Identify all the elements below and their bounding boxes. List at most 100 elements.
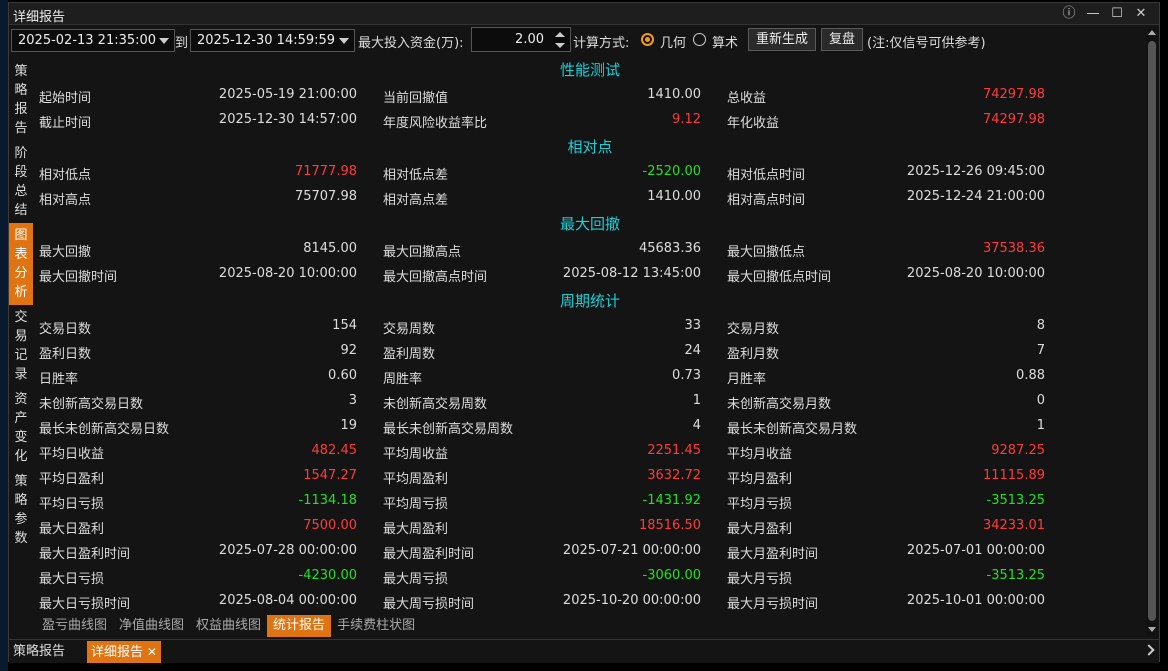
sidebar-item-asset-changes[interactable]: 资产变化	[9, 387, 33, 469]
stat-label: 最大回撤低点时间	[727, 270, 832, 285]
sidebar-char: 阶	[14, 146, 28, 161]
bottom-tab-strategy-report[interactable]: 策略报告	[9, 641, 69, 663]
stat-label: 年化收益	[727, 116, 780, 131]
stat-value: 1	[1036, 418, 1045, 433]
close-icon[interactable]: ✕	[1129, 4, 1153, 24]
stat-value: 482.45	[311, 443, 358, 458]
radio-geometric[interactable]	[641, 33, 654, 46]
background-window-right-strip	[1160, 0, 1168, 671]
end-time-select[interactable]: 2025-12-30 14:59:59	[190, 29, 355, 52]
stat-value: 45683.36	[638, 241, 701, 256]
tab-net-value-curve[interactable]: 净值曲线图	[113, 615, 190, 637]
stat-label: 起始时间	[39, 91, 92, 106]
stat-value: 2025-08-20 10:00:00	[906, 266, 1045, 281]
sidebar-char: 易	[14, 329, 28, 344]
stat-label: 盈利周数	[383, 347, 436, 362]
stat-value: 1410.00	[647, 87, 701, 102]
stat-value: 2025-07-21 00:00:00	[562, 543, 701, 558]
scroll-down-icon[interactable]	[1148, 627, 1156, 632]
stat-label: 平均周盈利	[383, 472, 449, 487]
background-window-left-strip	[0, 0, 8, 671]
stat-row: 平均日亏损 -1134.18 平均周亏损 -1431.92 平均月亏损 -3513.25	[36, 490, 1136, 515]
close-tab-icon[interactable]: ✕	[143, 645, 157, 659]
stat-value: 2025-08-12 13:45:00	[562, 266, 701, 281]
sidebar-char: 分	[14, 266, 28, 281]
detail-report-window: 详细报告 ⓘ — ☐ ✕ 2025-02-13 21:35:00 到 2025-…	[8, 2, 1160, 663]
stat-label: 最大月亏损	[727, 572, 793, 587]
stat-value: 2025-05-19 21:00:00	[218, 87, 357, 102]
minimize-icon[interactable]: —	[1081, 4, 1105, 24]
sidebar-item-strategy-report[interactable]: 策略报告	[9, 59, 33, 141]
radio-geometric-label[interactable]: 几何	[660, 32, 686, 51]
sidebar-char: 策	[14, 64, 28, 79]
stat-value: 3632.72	[647, 468, 701, 483]
radio-arithmetic[interactable]	[693, 33, 706, 46]
stat-value: 1547.27	[303, 468, 357, 483]
stat-label: 截止时间	[39, 116, 92, 131]
stat-value: 2025-07-28 00:00:00	[218, 543, 357, 558]
tab-equity-curve[interactable]: 权益曲线图	[190, 615, 267, 637]
sidebar-char: 段	[14, 165, 28, 180]
stat-value: 0.73	[672, 368, 701, 383]
stat-value: 11115.89	[982, 468, 1045, 483]
sidebar-item-chart-analysis[interactable]: 图表分析	[9, 223, 33, 305]
spinner-icon[interactable]	[554, 30, 566, 50]
replay-button[interactable]: 复盘	[821, 28, 863, 51]
stat-label: 相对低点时间	[727, 168, 806, 183]
stat-value: 8145.00	[303, 241, 357, 256]
stat-row: 日胜率 0.60 周胜率 0.73 月胜率 0.88	[36, 365, 1136, 390]
sidebar-item-stage-summary[interactable]: 阶段总结	[9, 141, 33, 223]
tab-profit-loss-curve[interactable]: 盈亏曲线图	[36, 615, 113, 637]
sidebar-item-strategy-params[interactable]: 策略参数	[9, 469, 33, 551]
window-title: 详细报告	[13, 10, 66, 25]
sidebar-char: 策	[14, 474, 28, 489]
vertical-scrollbar[interactable]	[1146, 27, 1158, 635]
stat-label: 相对高点时间	[727, 193, 806, 208]
stat-label: 最长未创新高交易月数	[727, 422, 858, 437]
max-fund-stepper[interactable]: 2.00	[471, 27, 571, 52]
stat-label: 相对低点	[39, 168, 92, 183]
tab-fee-bar-chart[interactable]: 手续费柱状图	[331, 615, 421, 637]
maximize-icon[interactable]: ☐	[1105, 4, 1129, 24]
sidebar-char: 总	[14, 184, 28, 199]
chevron-right-icon[interactable]	[1143, 644, 1155, 656]
tab-statistics-report[interactable]: 统计报告	[267, 615, 332, 637]
stat-value: 24	[684, 343, 701, 358]
bottom-tab-detail-report[interactable]: 详细报告 ✕	[87, 641, 161, 663]
sidebar-char: 表	[14, 247, 28, 262]
stat-label: 最大回撤高点	[383, 245, 462, 260]
stat-row: 起始时间 2025-05-19 21:00:00 当前回撤值 1410.00 总收益 74…	[36, 84, 1136, 109]
stat-row: 相对高点 75707.98 相对高点差 1410.00 相对高点时间 2025-12-24…	[36, 186, 1136, 211]
stat-value: 2025-07-01 00:00:00	[906, 543, 1045, 558]
stat-value: 33	[684, 318, 701, 333]
scroll-up-icon[interactable]	[1148, 30, 1156, 35]
end-time-value: 2025-12-30 14:59:59	[197, 33, 336, 48]
stat-row: 最长未创新高交易日数 19 最长未创新高交易周数 4 最长未创新高交易月数 1	[36, 415, 1136, 440]
stat-label: 最大周亏损	[383, 572, 449, 587]
stat-label: 平均日收益	[39, 447, 105, 462]
stat-value: 34233.01	[982, 518, 1045, 533]
stat-value: 37538.36	[982, 241, 1045, 256]
help-icon[interactable]: ⓘ	[1057, 4, 1081, 24]
stat-row: 最大回撤时间 2025-08-20 10:00:00 最大回撤高点时间 2025-08…	[36, 263, 1136, 288]
stat-label: 最大回撤	[39, 245, 92, 260]
sidebar-char: 略	[14, 493, 28, 508]
stat-row: 最大日亏损时间 2025-08-04 00:00:00 最大周亏损时间 2025-10…	[36, 590, 1136, 615]
stat-label: 最大回撤时间	[39, 270, 118, 285]
stat-label: 最大周亏损时间	[383, 597, 475, 612]
sidebar-char: 记	[14, 348, 28, 363]
title-bar: 详细报告 ⓘ — ☐ ✕	[9, 3, 1159, 25]
sidebar-char: 报	[14, 102, 28, 117]
regenerate-button[interactable]: 重新生成	[748, 28, 816, 51]
sidebar-item-trade-records[interactable]: 交易记录	[9, 305, 33, 387]
stat-value: 9287.25	[991, 443, 1045, 458]
start-time-select[interactable]: 2025-02-13 21:35:00	[11, 29, 175, 52]
stat-label: 最大日盈利时间	[39, 547, 131, 562]
sidebar: 策略报告阶段总结图表分析交易记录资产变化策略参数	[9, 59, 33, 551]
radio-arithmetic-label[interactable]: 算术	[712, 32, 738, 51]
sidebar-char: 数	[14, 531, 28, 546]
stat-row: 交易日数 154 交易周数 33 交易月数 8	[36, 315, 1136, 340]
scroll-thumb[interactable]	[1148, 41, 1156, 621]
stat-row: 平均日盈利 1547.27 平均周盈利 3632.72 平均月盈利 11115.89	[36, 465, 1136, 490]
calc-method-label: 计算方式:	[573, 36, 630, 51]
